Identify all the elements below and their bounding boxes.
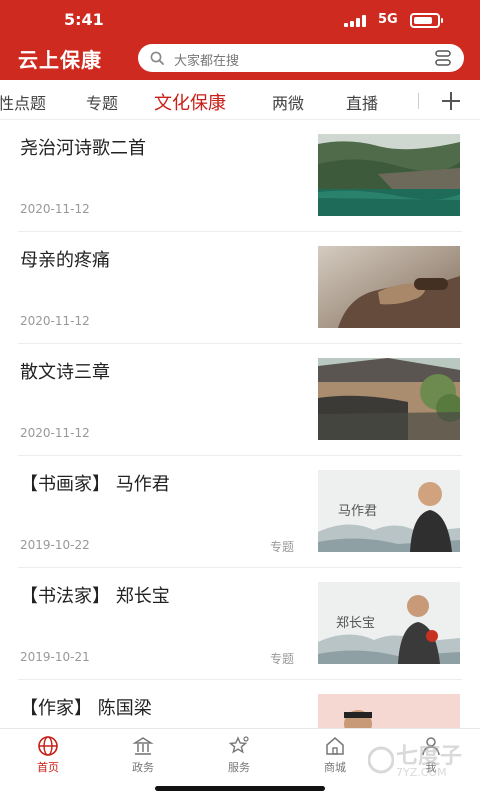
article-thumbnail [318, 246, 460, 328]
signal-icon [344, 15, 370, 27]
tab-separator [418, 93, 419, 109]
watermark-logo: 七度子 7YZ.COM [368, 736, 472, 788]
article-date: 2019-10-22 [20, 538, 90, 552]
list-item[interactable]: 【书画家】 马作君 2019-10-22 专题 马作君 [0, 456, 480, 568]
list-item[interactable]: 尧治河诗歌二首 2020-11-12 [0, 120, 480, 232]
topic-tag: 专题 [270, 540, 295, 554]
bottom-tab-home[interactable]: 首页 [13, 735, 83, 775]
search-bar[interactable]: 大家都在搜 [138, 44, 464, 72]
watermark-url: 7YZ.COM [396, 766, 447, 779]
article-date: 2019-10-21 [20, 650, 90, 664]
channel-tabs: 性点题 专题 文化保康 两微 直播 [0, 82, 480, 120]
tab-4[interactable]: 直播 [346, 90, 378, 114]
topic-tag: 专题 [270, 652, 295, 666]
watermark-icon [368, 746, 394, 774]
scan-icon[interactable] [434, 49, 452, 67]
list-item[interactable]: 母亲的疼痛 2020-11-12 [0, 232, 480, 344]
search-icon [150, 51, 164, 65]
thumbnail-caption: 马作君 [338, 504, 377, 519]
article-title: 母亲的疼痛 [20, 250, 110, 271]
article-title: 散文诗三章 [20, 362, 110, 383]
battery-icon [410, 13, 443, 28]
article-thumbnail: 马作君 [318, 470, 460, 552]
article-title: 【书法家】 郑长宝 [20, 586, 170, 607]
list-item[interactable]: 散文诗三章 2020-11-12 [0, 344, 480, 456]
bottom-tab-label: 政务 [132, 761, 154, 774]
home-indicator [155, 786, 325, 791]
list-item[interactable]: 【书法家】 郑长宝 2019-10-21 专题 郑长宝 [0, 568, 480, 680]
article-title: 【作家】 陈国梁 [20, 698, 152, 719]
tab-1[interactable]: 专题 [86, 90, 118, 114]
add-channel-icon[interactable] [441, 91, 461, 111]
app-header: 5:41 5G 云上保康 大家都在搜 [0, 0, 480, 80]
list-item[interactable]: 【作家】 陈国梁 [0, 680, 480, 728]
status-bar: 5:41 5G [0, 0, 480, 40]
article-list: 尧治河诗歌二首 2020-11-12 母亲的疼痛 2020-11-12 散文诗三… [0, 120, 480, 728]
tab-3[interactable]: 两微 [272, 90, 304, 114]
tab-active[interactable]: 文化保康 [154, 89, 226, 115]
search-placeholder: 大家都在搜 [174, 54, 240, 69]
article-date: 2020-11-12 [20, 426, 90, 440]
globe-icon [38, 736, 58, 756]
article-title: 尧治河诗歌二首 [20, 138, 146, 159]
thumbnail-caption: 郑长宝 [336, 616, 375, 631]
house-icon [326, 737, 344, 755]
article-date: 2020-11-12 [20, 314, 90, 328]
article-thumbnail: 郑长宝 [318, 582, 460, 664]
bottom-tab-mall[interactable]: 商城 [300, 735, 370, 775]
article-thumbnail [318, 694, 460, 728]
article-thumbnail [318, 134, 460, 216]
bottom-tab-label: 商城 [324, 761, 346, 774]
bottom-tab-service[interactable]: 服务 [204, 735, 274, 775]
bottom-tab-label: 首页 [37, 761, 59, 774]
article-thumbnail [318, 358, 460, 440]
bottom-tab-gov[interactable]: 政务 [108, 735, 178, 775]
building-icon [132, 737, 154, 755]
network-label: 5G [378, 12, 398, 27]
article-date: 2020-11-12 [20, 202, 90, 216]
app-title: 云上保康 [18, 48, 102, 72]
star-service-icon [228, 736, 249, 754]
article-title: 【书画家】 马作君 [20, 474, 170, 495]
bottom-tab-label: 服务 [228, 761, 250, 774]
tab-0[interactable]: 性点题 [0, 90, 46, 114]
status-time: 5:41 [64, 10, 104, 29]
